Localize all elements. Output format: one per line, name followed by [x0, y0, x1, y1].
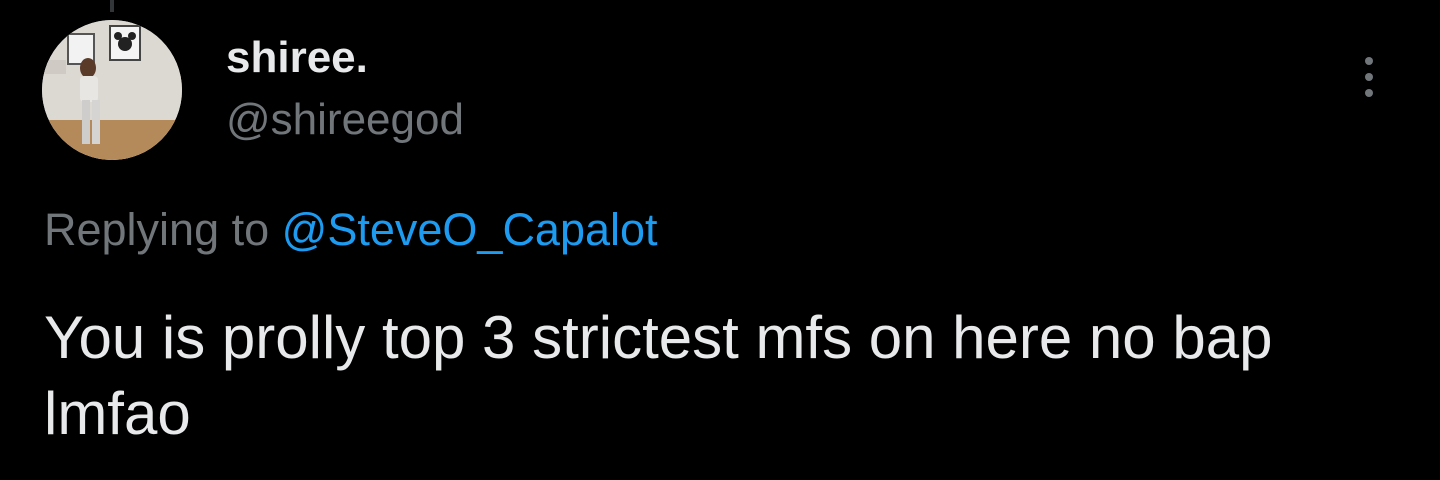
more-vertical-icon-dot-2 [1365, 73, 1373, 81]
replying-to-mention-link[interactable]: @SteveO_Capalot [282, 204, 658, 255]
more-options-button[interactable] [1346, 50, 1392, 104]
more-vertical-icon-dot-3 [1365, 89, 1373, 97]
tweet-text: You is prolly top 3 strictest mfs on her… [44, 304, 1273, 447]
author-display-name[interactable]: shiree. [226, 30, 368, 86]
avatar-photo-icon [42, 20, 182, 160]
thread-connector-line [110, 0, 114, 12]
replying-to-label: Replying to [44, 204, 270, 255]
replying-to-line: Replying to @SteveO_Capalot [44, 200, 658, 260]
avatar[interactable] [42, 20, 182, 160]
more-vertical-icon [1365, 57, 1373, 65]
author-handle[interactable]: @shireegod [226, 92, 464, 148]
